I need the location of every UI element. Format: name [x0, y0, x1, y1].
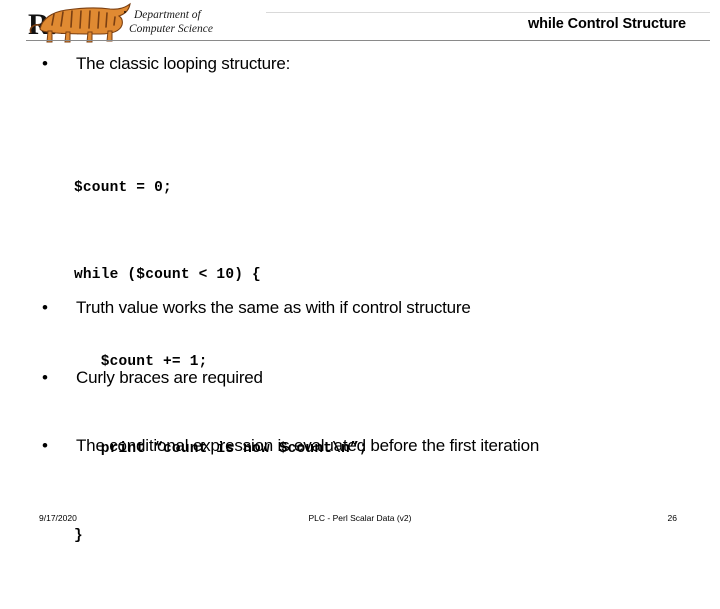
bullet-text: Truth value works the same as with if co…	[76, 298, 471, 317]
header-divider	[26, 40, 710, 41]
bullet-text: Curly braces are required	[76, 368, 263, 387]
bullet-item: • The conditional expression is evaluate…	[36, 434, 676, 458]
code-sample: $count = 0; while ($count < 10) { $count…	[74, 116, 368, 609]
bullet-marker-icon: •	[42, 436, 48, 455]
bullet-item: • The classic looping structure:	[36, 52, 676, 76]
slide-footer: 9/17/2020 PLC - Perl Scalar Data (v2) 26	[0, 506, 720, 530]
logo-department-line1: Department of	[133, 9, 203, 21]
bullet-marker-icon: •	[42, 368, 48, 387]
rit-cs-logo: R . I . T .	[26, 1, 258, 45]
code-line: while ($count < 10) {	[74, 267, 261, 283]
slide-content: • The classic looping structure: $count …	[0, 46, 720, 544]
footer-page-number: 26	[667, 513, 677, 523]
bullet-item: • Truth value works the same as with if …	[36, 296, 686, 320]
bullet-text: The classic looping structure:	[76, 54, 291, 73]
bullet-marker-icon: •	[42, 54, 48, 73]
slide-header: R . I . T .	[0, 0, 720, 46]
title-rule-top	[266, 12, 710, 13]
bullet-text: The conditional expression is evaluated …	[76, 436, 540, 455]
slide-title-block: while Control Structure	[266, 12, 710, 33]
code-line: $count = 0;	[74, 180, 172, 196]
logo-department-line2: Computer Science	[129, 23, 213, 35]
page-title: while Control Structure	[527, 16, 686, 32]
footer-deck-title: PLC - Perl Scalar Data (v2)	[308, 513, 412, 523]
rit-tiger-logo-icon: R . I . T .	[28, 2, 213, 43]
bullet-marker-icon: •	[42, 298, 48, 317]
bullet-item: • Curly braces are required	[36, 366, 686, 390]
